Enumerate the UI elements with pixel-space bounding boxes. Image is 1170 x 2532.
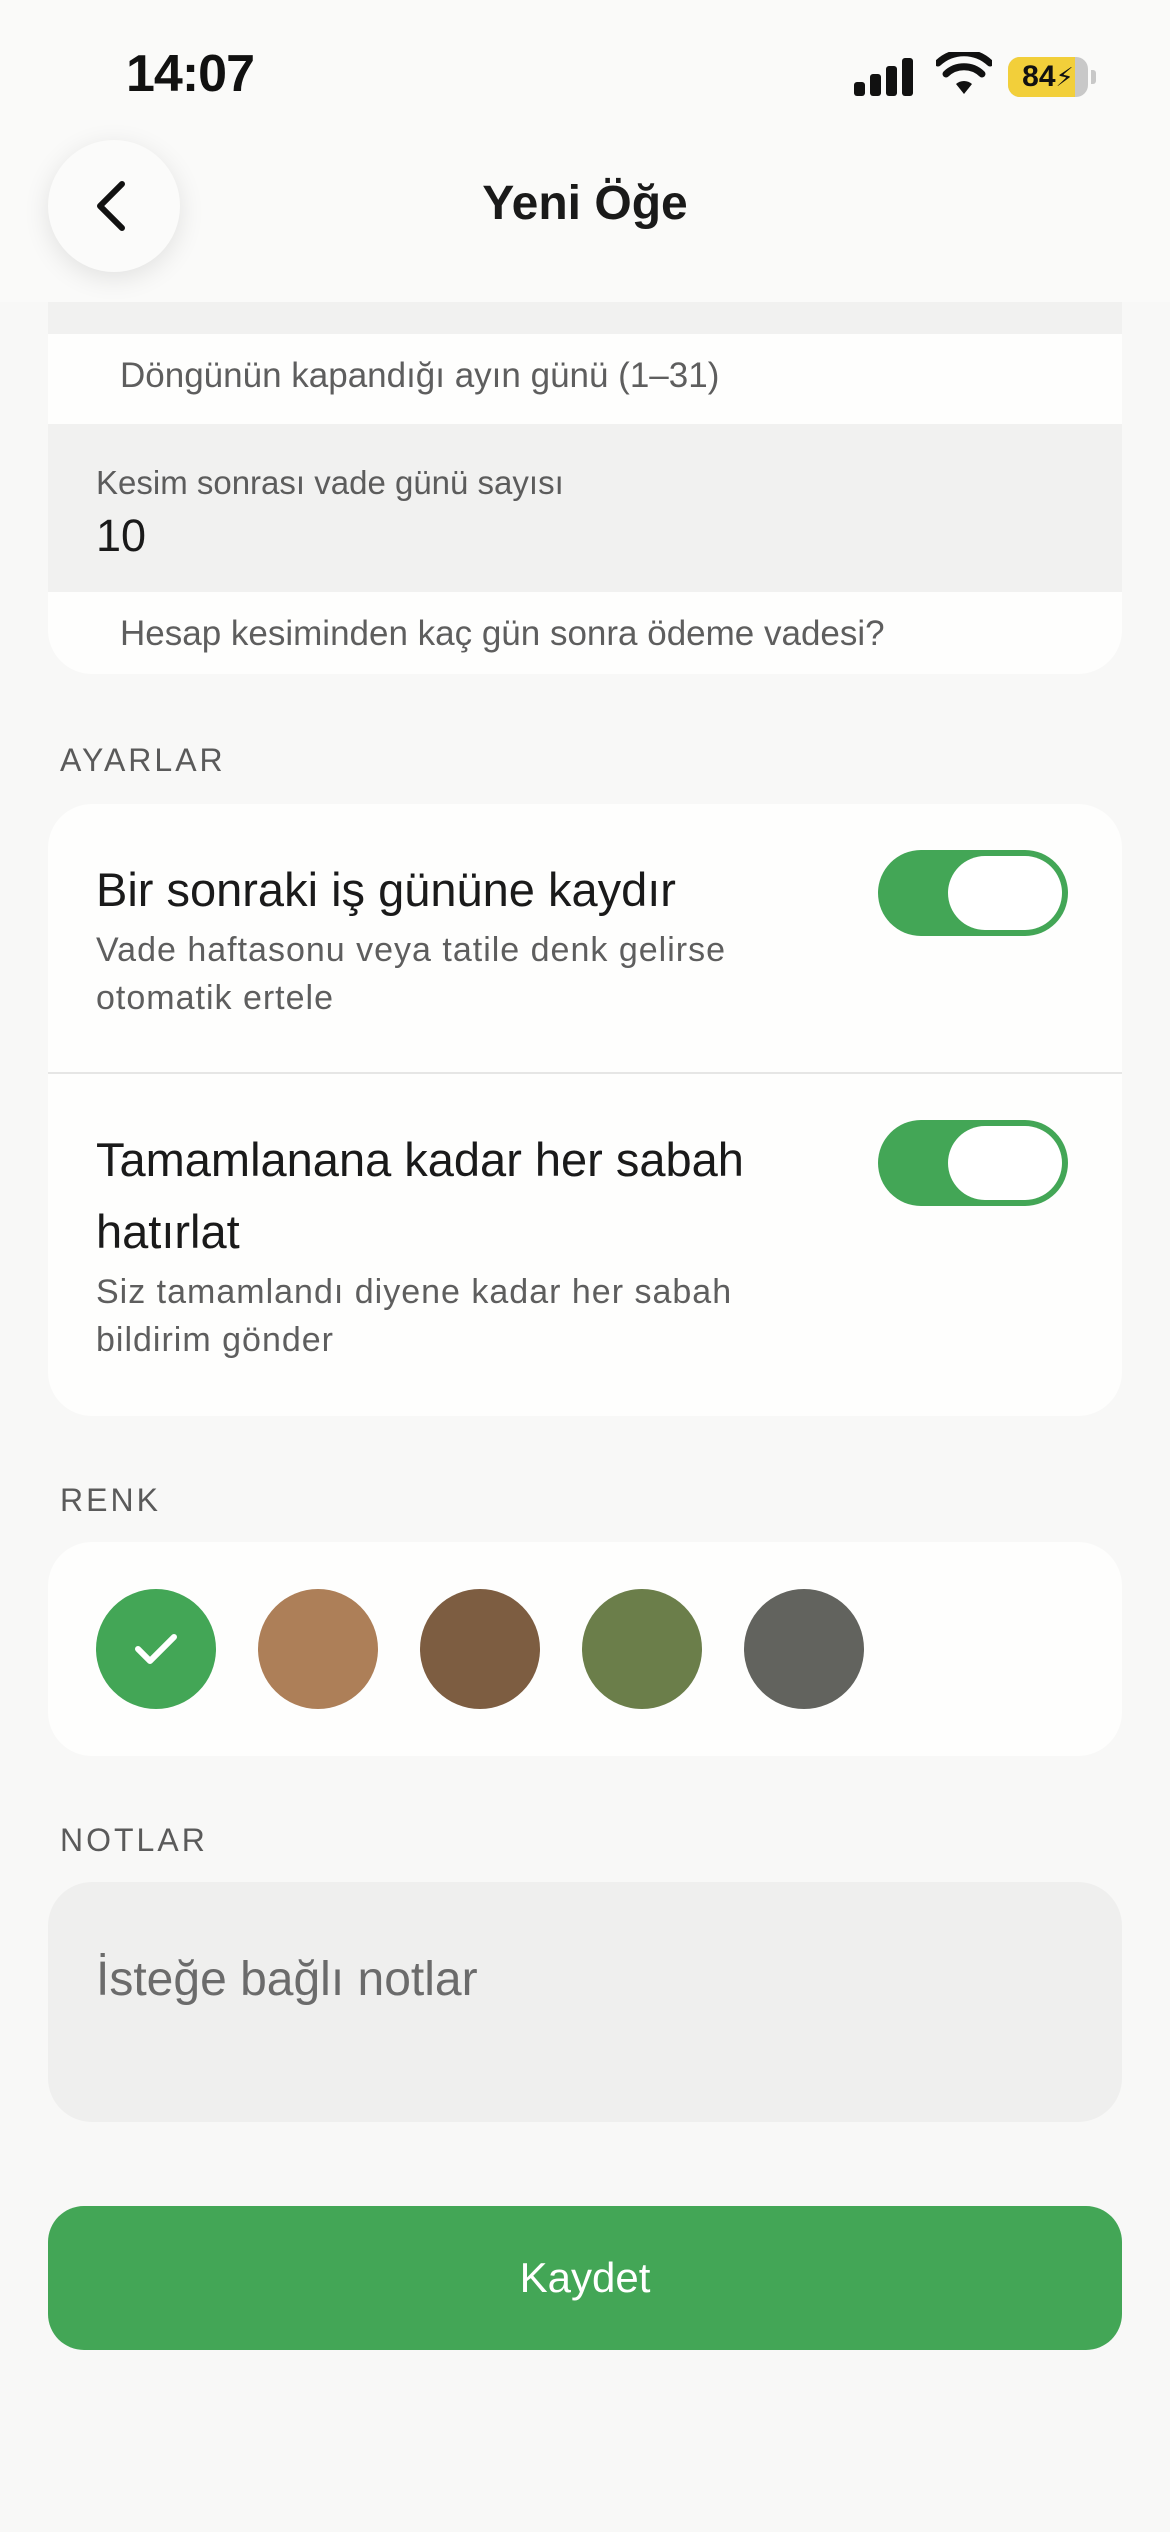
- color-swatch-brown[interactable]: [420, 1589, 540, 1709]
- next-business-day-toggle[interactable]: [878, 850, 1068, 936]
- due-days-label: Kesim sonrası vade günü sayısı: [96, 464, 564, 501]
- color-card: [48, 1542, 1122, 1756]
- color-section-title: RENK: [60, 1482, 161, 1518]
- settings-row-morning-reminder: Tamamlanana kadar her sabah hatırlat Siz…: [48, 1074, 1122, 1416]
- page-title: Yeni Öğe: [482, 177, 688, 230]
- toggle-knob: [948, 1126, 1062, 1200]
- color-swatch-olive[interactable]: [582, 1589, 702, 1709]
- billing-cycle-card: Döngünün kapandığı ayın günü (1–31) Kesi…: [48, 240, 1122, 674]
- setting-subtitle: Vade haftasonu veya tatile denk gelirse …: [96, 931, 726, 1017]
- top-bar: 14:07 84⚡ Yeni Öğe: [0, 0, 1170, 302]
- color-swatch-green[interactable]: [96, 1589, 216, 1709]
- notes-input[interactable]: [48, 1882, 1122, 2122]
- battery-indicator: 84⚡: [1008, 57, 1096, 97]
- setting-title: Bir sonraki iş gününe kaydır: [96, 863, 676, 916]
- battery-icon: 84⚡: [1008, 57, 1088, 97]
- morning-reminder-toggle[interactable]: [878, 1120, 1068, 1206]
- battery-percentage: 84⚡: [1022, 60, 1074, 93]
- notes-field[interactable]: [48, 1882, 1122, 2122]
- cycle-close-day-field[interactable]: [48, 302, 1122, 334]
- battery-nub: [1091, 70, 1096, 84]
- notes-section-title: NOTLAR: [60, 1822, 208, 1858]
- settings-section-title: AYARLAR: [60, 742, 226, 778]
- color-swatch-tan[interactable]: [258, 1589, 378, 1709]
- due-days-value[interactable]: 10: [96, 510, 146, 562]
- cycle-close-day-hint: Döngünün kapandığı ayın günü (1–31): [120, 356, 720, 395]
- setting-title: Tamamlanana kadar her sabah hatırlat: [96, 1133, 744, 1258]
- save-button[interactable]: Kaydet: [48, 2206, 1122, 2350]
- due-days-field[interactable]: Kesim sonrası vade günü sayısı 10: [48, 424, 1122, 592]
- checkmark-icon: [135, 1634, 177, 1664]
- status-time: 14:07: [126, 45, 255, 103]
- color-swatch-gray[interactable]: [744, 1589, 864, 1709]
- wifi-icon: [936, 52, 992, 94]
- due-days-hint: Hesap kesiminden kaç gün sonra ödeme vad…: [120, 614, 885, 653]
- toggle-knob: [948, 856, 1062, 930]
- cellular-signal-icon: [854, 56, 914, 96]
- settings-card: Bir sonraki iş gününe kaydır Vade haftas…: [48, 804, 1122, 1416]
- setting-subtitle: Siz tamamlandı diyene kadar her sabah bi…: [96, 1273, 733, 1359]
- settings-row-next-business-day: Bir sonraki iş gününe kaydır Vade haftas…: [48, 804, 1122, 1072]
